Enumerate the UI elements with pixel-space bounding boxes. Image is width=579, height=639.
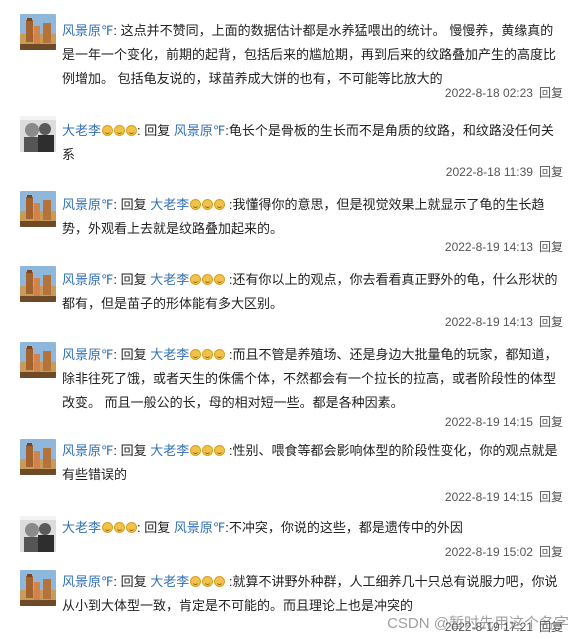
author-emoji-icon [126, 125, 138, 136]
user-avatar[interactable] [20, 439, 56, 475]
reply-target-emoji-icon [214, 349, 226, 360]
reply-target-link[interactable]: 大老李 [150, 574, 189, 589]
reply-prefix: : 回复 [137, 520, 174, 535]
reply-button[interactable]: 回复 [539, 86, 563, 100]
comment-body: 风景原℉: 回复 大老李 :性别、喂食等都会影响体型的阶段性变化，你的观点就是有… [62, 439, 558, 487]
reply-target-emoji-icon [202, 274, 214, 285]
reply-target-emoji-icon [202, 576, 214, 587]
comment-timestamp: 2022-8-19 14:15 [444, 490, 533, 504]
watermark: CSDN @暂时先用这个名字 [387, 615, 569, 632]
reply-target-link[interactable]: 风景原℉ [174, 520, 225, 535]
comment-author-link[interactable]: 风景原℉ [62, 443, 113, 458]
comment-body: 风景原℉: 这点并不赞同，上面的数据估计都是水养猛喂出的统计。 慢慢养，黄缘真的… [62, 19, 558, 91]
reply-target-link[interactable]: 大老李 [150, 197, 189, 212]
comment-author-link[interactable]: 大老李 [62, 520, 101, 535]
author-emoji-icon [126, 522, 138, 533]
reply-target-emoji-icon [190, 445, 202, 456]
comment-meta: 2022-8-19 14:15 回复 [445, 488, 563, 505]
comment-author-link[interactable]: 风景原℉ [62, 347, 113, 362]
reply-target-link[interactable]: 风景原℉ [174, 123, 225, 138]
comment-timestamp: 2022-8-19 14:13 [444, 240, 533, 254]
comment-meta: 2022-8-19 14:15 回复 [445, 413, 563, 430]
author-emoji-icon [102, 125, 114, 136]
comment-timestamp: 2022-8-19 14:15 [444, 415, 533, 429]
comment-body: 大老李: 回复 风景原℉:龟长个是骨板的生长而不是角质的纹路，和纹路没任何关系 [62, 119, 558, 167]
comment-timestamp: 2022-8-18 02:23 [444, 86, 533, 100]
comment-author-link[interactable]: 大老李 [62, 123, 101, 138]
comment-timestamp: 2022-8-18 11:39 [445, 165, 533, 179]
reply-target-emoji-icon [214, 445, 226, 456]
comment-meta: 2022-8-19 14:13 回复 [445, 238, 563, 255]
reply-button[interactable]: 回复 [539, 415, 563, 429]
user-avatar[interactable] [20, 191, 56, 227]
user-avatar[interactable] [20, 570, 56, 606]
user-avatar[interactable] [20, 266, 56, 302]
user-avatar[interactable] [20, 14, 56, 50]
reply-prefix: : 回复 [113, 197, 151, 212]
reply-target-link[interactable]: 大老李 [150, 443, 189, 458]
comment-meta: 2022-8-18 02:23 回复 [445, 84, 563, 101]
reply-target-emoji-icon [190, 349, 202, 360]
reply-button[interactable]: 回复 [539, 165, 563, 179]
comment-meta: 2022-8-18 11:39 回复 [446, 163, 563, 180]
reply-prefix: : 回复 [113, 443, 151, 458]
comment-thread: 风景原℉: 这点并不赞同，上面的数据估计都是水养猛喂出的统计。 慢慢养，黄缘真的… [0, 0, 579, 639]
reply-prefix: : 回复 [137, 123, 174, 138]
reply-target-emoji-icon [214, 199, 226, 210]
reply-button[interactable]: 回复 [539, 315, 563, 329]
user-avatar[interactable] [20, 342, 56, 378]
reply-button[interactable]: 回复 [539, 545, 563, 559]
author-emoji-icon [114, 522, 126, 533]
reply-button[interactable]: 回复 [539, 490, 563, 504]
reply-target-emoji-icon [190, 576, 202, 587]
comment-author-link[interactable]: 风景原℉ [62, 272, 113, 287]
user-avatar[interactable] [20, 516, 56, 552]
reply-target-emoji-icon [202, 349, 214, 360]
comment-separator: : [113, 23, 121, 38]
author-emoji-icon [102, 522, 114, 533]
comment-meta: 2022-8-19 14:13 回复 [445, 313, 563, 330]
reply-target-emoji-icon [202, 199, 214, 210]
author-emoji-icon [114, 125, 126, 136]
comment-body: 风景原℉: 回复 大老李 :还有你以上的观点，你去看看真正野外的龟，什么形状的都… [62, 268, 558, 316]
reply-prefix: : 回复 [113, 574, 151, 589]
comment-body: 风景原℉: 回复 大老李 :而且不管是养殖场、还是身边大批量龟的玩家，都知道，除… [62, 343, 558, 415]
comment-timestamp: 2022-8-19 15:02 [444, 545, 533, 559]
reply-target-emoji-icon [214, 576, 226, 587]
reply-prefix: : 回复 [113, 347, 151, 362]
comment-author-link[interactable]: 风景原℉ [62, 574, 113, 589]
reply-target-emoji-icon [190, 274, 202, 285]
comment-timestamp: 2022-8-19 14:13 [444, 315, 533, 329]
comment-body: 风景原℉: 回复 大老李 :我懂得你的意思，但是视觉效果上就显示了龟的生长趋势，… [62, 193, 558, 241]
reply-target-link[interactable]: 大老李 [150, 347, 189, 362]
comment-author-link[interactable]: 风景原℉ [62, 23, 113, 38]
reply-target-emoji-icon [214, 274, 226, 285]
reply-target-link[interactable]: 大老李 [150, 272, 189, 287]
user-avatar[interactable] [20, 116, 56, 152]
reply-target-emoji-icon [190, 199, 202, 210]
reply-target-emoji-icon [202, 445, 214, 456]
comment-meta: 2022-8-19 15:02 回复 [445, 543, 563, 560]
comment-body: 风景原℉: 回复 大老李 :就算不讲野外种群，人工细养几十只总有说服力吧，你说从… [62, 570, 558, 618]
comment-text: 这点并不赞同，上面的数据估计都是水养猛喂出的统计。 慢慢养，黄缘真的是一年一个变… [62, 23, 557, 86]
comment-text: 不冲突，你说的这些，都是遗传中的外因 [228, 520, 463, 535]
comment-body: 大老李: 回复 风景原℉:不冲突，你说的这些，都是遗传中的外因 [62, 516, 558, 540]
comment-author-link[interactable]: 风景原℉ [62, 197, 113, 212]
reply-prefix: : 回复 [113, 272, 151, 287]
reply-button[interactable]: 回复 [539, 240, 563, 254]
